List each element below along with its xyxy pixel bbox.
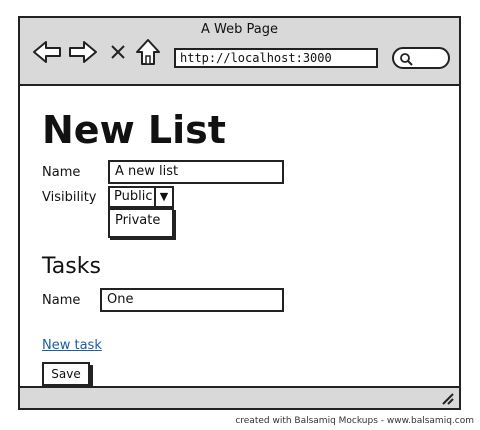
browser-window: A Web Page http://localhost:3000 New Lis… <box>18 16 461 410</box>
tasks-heading: Tasks <box>42 254 101 279</box>
home-icon[interactable] <box>135 38 161 66</box>
search-icon <box>400 53 413 66</box>
task-name-label: Name <box>42 293 81 308</box>
browser-titlebar: A Web Page http://localhost:3000 <box>20 18 459 86</box>
new-task-link[interactable]: New task <box>42 338 102 353</box>
visibility-selected-value: Public <box>114 189 153 204</box>
visibility-label: Visibility <box>42 190 97 205</box>
browser-statusbar <box>20 386 459 408</box>
back-arrow-icon[interactable] <box>32 40 62 64</box>
save-button[interactable]: Save <box>42 362 90 386</box>
list-name-input[interactable]: A new list <box>108 160 284 184</box>
watermark-text: created with Balsamiq Mockups - www.bals… <box>235 416 474 426</box>
dropdown-arrow-icon[interactable]: ▼ <box>154 188 172 206</box>
visibility-select[interactable]: Public ▼ <box>108 186 174 208</box>
page-content: New List Name A new list Visibility Publ… <box>20 86 459 386</box>
task-name-input[interactable]: One <box>100 288 284 312</box>
forward-arrow-icon[interactable] <box>68 40 98 64</box>
close-icon[interactable] <box>110 44 126 60</box>
address-bar[interactable]: http://localhost:3000 <box>174 48 378 68</box>
search-field[interactable] <box>392 47 450 69</box>
name-label: Name <box>42 165 81 180</box>
window-title: A Web Page <box>201 22 278 37</box>
resize-grip-icon[interactable] <box>439 390 455 406</box>
visibility-option-private[interactable]: Private <box>108 208 174 238</box>
page-title: New List <box>42 108 226 152</box>
